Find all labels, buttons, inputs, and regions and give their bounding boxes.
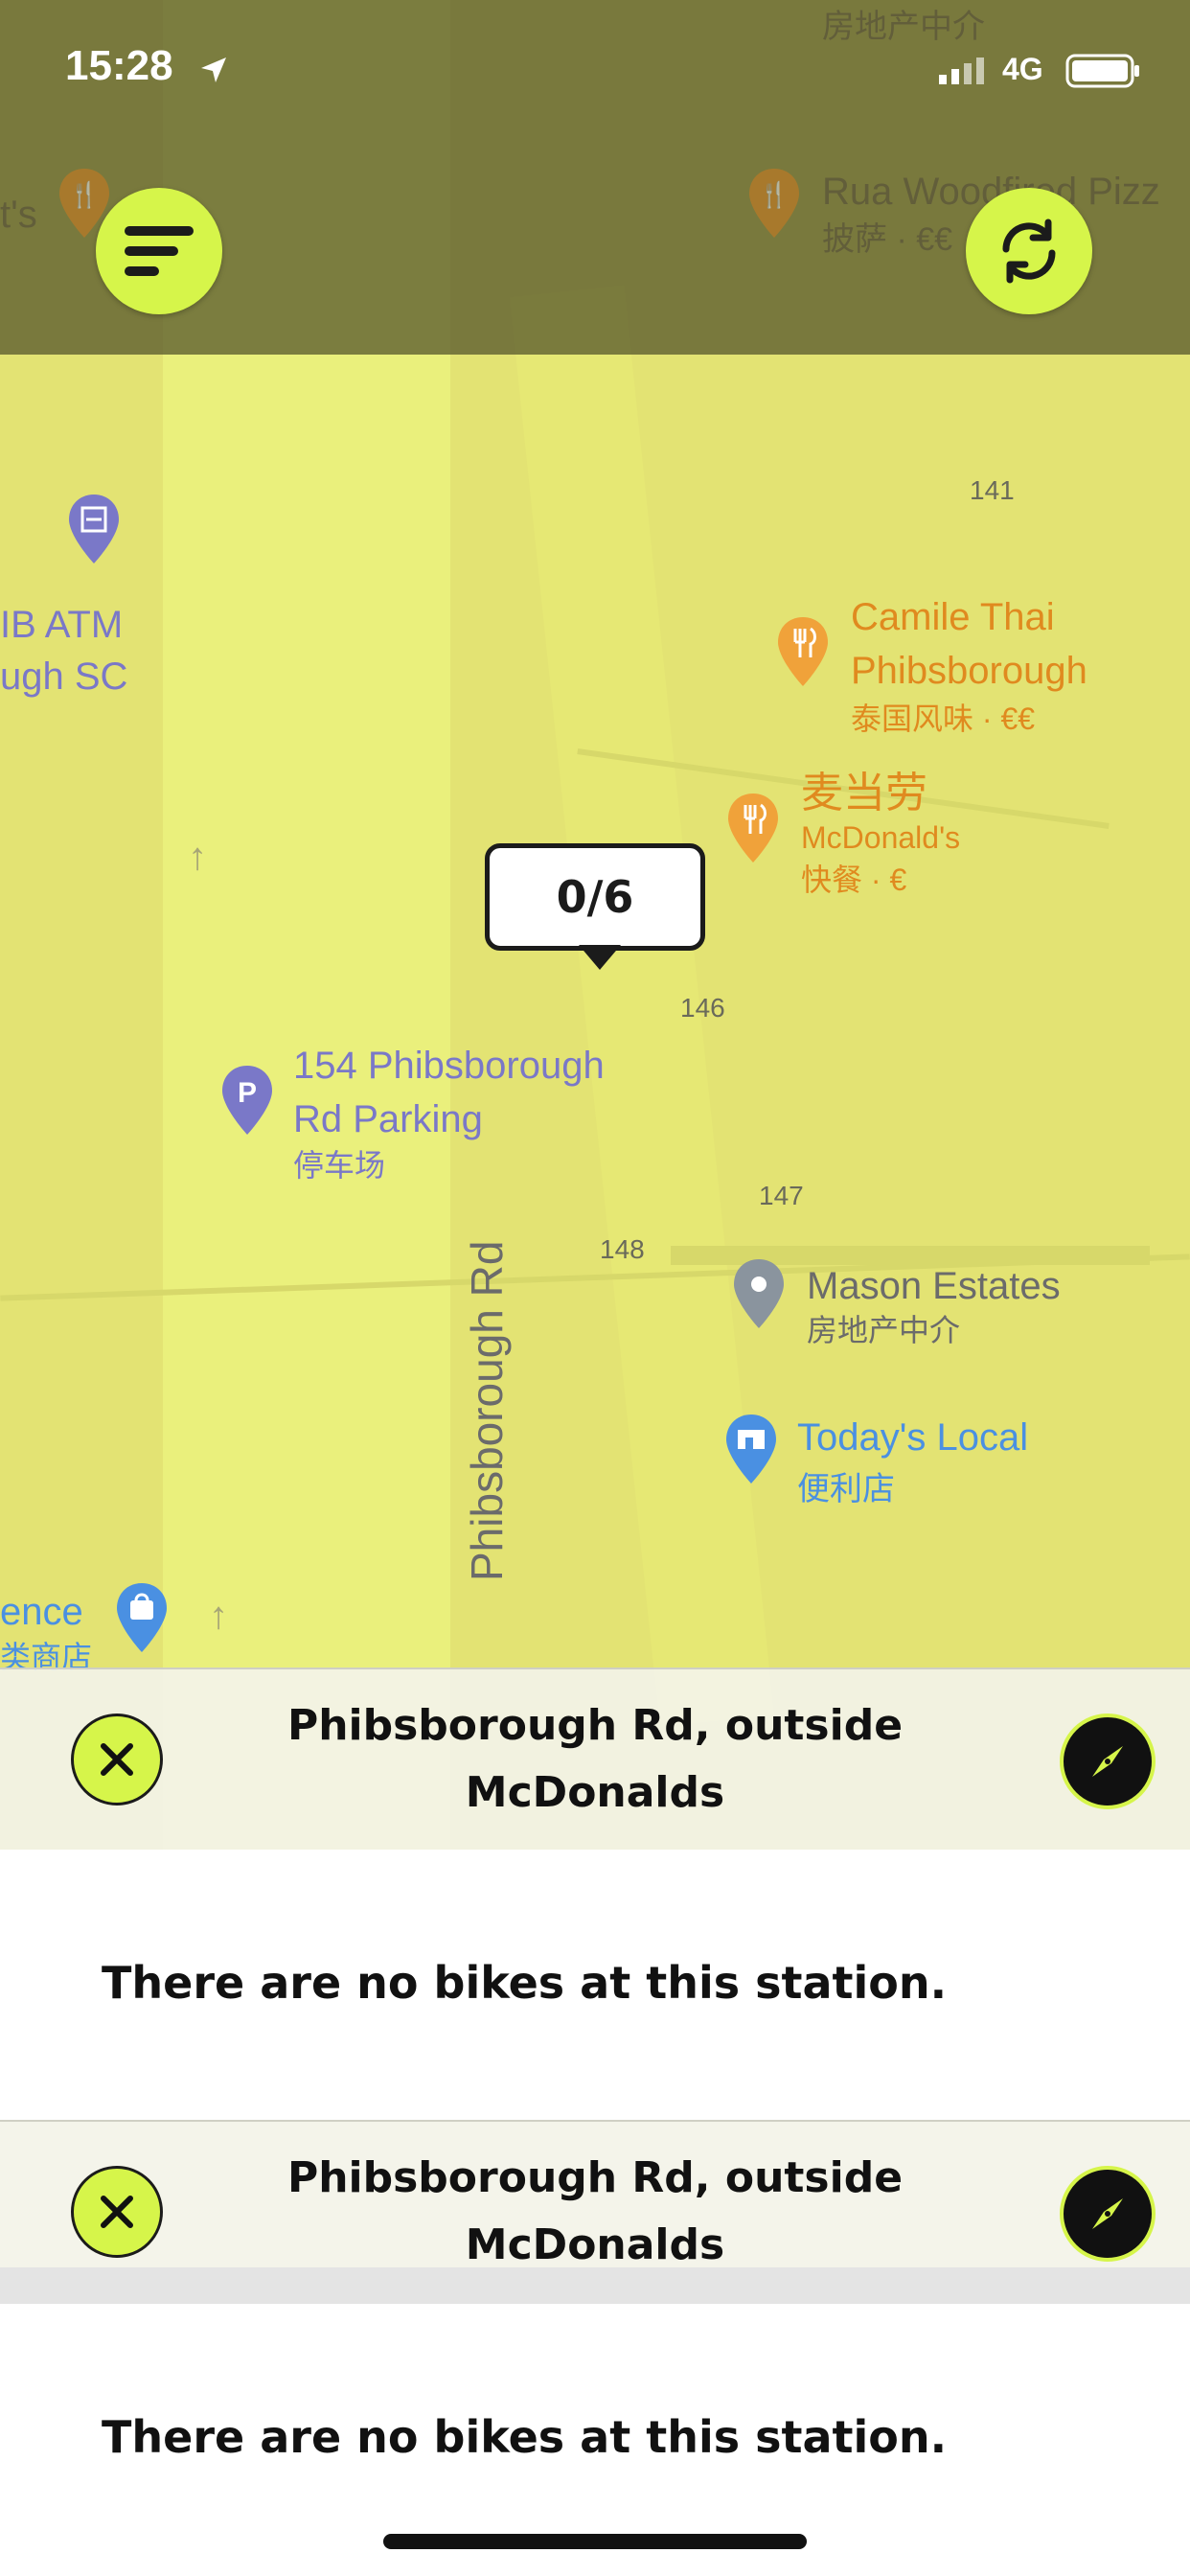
map-label: 房地产中介 <box>807 1313 961 1347</box>
parking-pin-icon[interactable]: P <box>217 1062 278 1138</box>
one-way-arrow-icon: ↑ <box>188 836 207 878</box>
menu-icon <box>125 226 194 276</box>
battery-icon <box>1065 54 1139 88</box>
station-title-line1: Phibsborough Rd, outside <box>286 2153 904 2202</box>
station-card-header: Phibsborough Rd, outside McDonalds <box>0 2120 1190 2277</box>
map-label: Rd Parking <box>293 1098 483 1140</box>
close-icon <box>101 1743 133 1776</box>
house-number: 147 <box>759 1181 804 1210</box>
street-band <box>509 285 775 1728</box>
card-divider <box>0 2267 1190 2304</box>
restaurant-pin-icon[interactable]: 🍴 <box>744 165 805 242</box>
menu-button[interactable] <box>96 188 222 314</box>
store-pin-icon[interactable] <box>721 1411 782 1487</box>
map-label: 泰国风味 · €€ <box>851 702 1036 736</box>
place-pin-icon[interactable] <box>728 1255 790 1332</box>
map-label: Camile Thai <box>851 596 1055 638</box>
no-bikes-message: There are no bikes at this station. <box>102 2411 948 2463</box>
navigate-button[interactable] <box>1060 2166 1156 2262</box>
station-title: Phibsborough Rd, outside McDonalds <box>230 2145 960 2279</box>
house-number: 146 <box>680 993 725 1023</box>
map-label: ence <box>0 1591 83 1633</box>
station-title-line1: Phibsborough Rd, outside <box>286 1701 904 1750</box>
map-label: 154 Phibsborough <box>293 1045 605 1087</box>
station-title: Phibsborough Rd, outside McDonalds <box>230 1692 960 1827</box>
refresh-button[interactable] <box>966 188 1092 314</box>
map-label: 快餐 · € <box>801 862 907 897</box>
close-button[interactable] <box>71 1714 163 1806</box>
location-arrow-icon <box>201 58 226 82</box>
house-number: 148 <box>600 1234 645 1264</box>
map-label: ugh SC <box>0 656 128 698</box>
svg-text:🍴: 🍴 <box>759 180 790 210</box>
map-label: McDonald's <box>801 820 961 855</box>
close-button[interactable] <box>71 2166 163 2258</box>
network-type: 4G <box>1002 52 1043 86</box>
street-name-label: Phibsborough Rd <box>462 1240 512 1581</box>
map-label: 便利店 <box>797 1471 895 1507</box>
map-label: 麦当劳 <box>801 770 927 816</box>
map-label: IB ATM <box>0 604 124 646</box>
station-card-header: Phibsborough Rd, outside McDonalds <box>0 1668 1190 1852</box>
status-time: 15:28 <box>65 42 173 89</box>
status-bar: 15:28 4G <box>0 0 1190 134</box>
no-bikes-message: There are no bikes at this station. <box>102 1957 948 2009</box>
house-number: 141 <box>970 475 1015 505</box>
compass-icon <box>1092 2198 1123 2229</box>
station-title-line2: McDonalds <box>465 1768 725 1817</box>
compass-icon <box>1092 1746 1123 1777</box>
map-label: Phibsborough <box>851 650 1087 692</box>
shopping-pin-icon[interactable] <box>111 1579 172 1656</box>
svg-text:🍴: 🍴 <box>69 180 100 210</box>
restaurant-pin-icon[interactable] <box>772 613 834 690</box>
map-label: 停车场 <box>293 1148 386 1183</box>
atm-pin-icon[interactable] <box>63 491 125 567</box>
one-way-arrow-icon: ↑ <box>209 1595 228 1637</box>
map-label: Today's Local <box>797 1416 1029 1459</box>
svg-text:P: P <box>238 1077 257 1109</box>
close-icon <box>101 2196 133 2228</box>
navigate-button[interactable] <box>1060 1714 1156 1809</box>
station-marker-tail <box>579 945 621 970</box>
refresh-icon <box>1002 218 1056 284</box>
station-card-body: There are no bikes at this station. <box>0 1850 1190 2120</box>
map-label: Mason Estates <box>807 1265 1061 1307</box>
station-marker[interactable]: 0/6 <box>485 843 705 951</box>
home-indicator[interactable] <box>383 2534 807 2549</box>
map-label: 披萨 · €€ <box>822 221 953 258</box>
signal-icon <box>939 58 984 84</box>
restaurant-pin-icon[interactable] <box>722 790 784 866</box>
map-label: t's <box>0 194 37 236</box>
